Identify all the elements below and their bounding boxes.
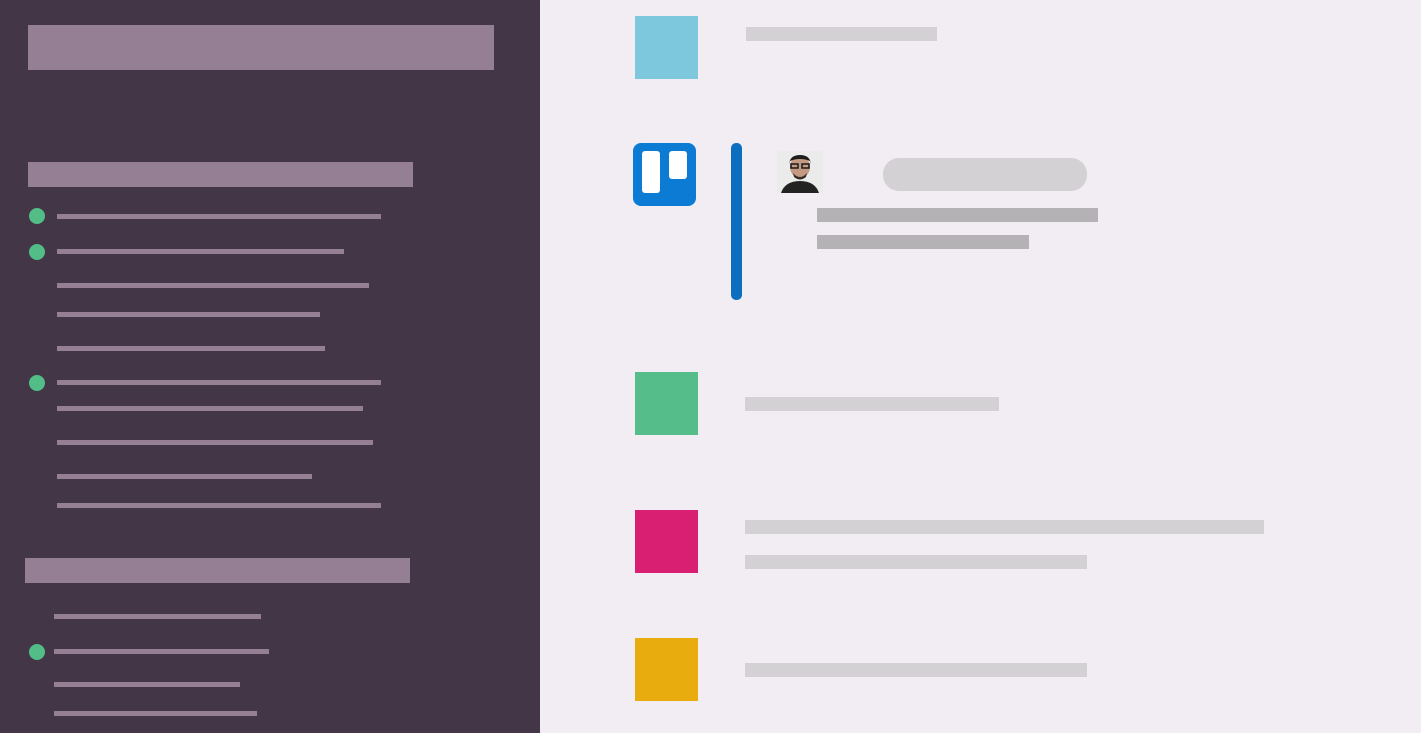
message-line	[745, 520, 1264, 534]
message	[635, 510, 1335, 576]
sidebar-item[interactable]	[54, 614, 261, 619]
sidebar	[0, 0, 540, 733]
sidebar-item[interactable]	[54, 711, 257, 716]
blue-square-icon	[635, 16, 698, 79]
message	[635, 16, 1335, 82]
trello-icon[interactable]	[633, 143, 696, 206]
sidebar-item[interactable]	[57, 474, 312, 479]
avatar[interactable]	[777, 151, 823, 193]
message	[635, 372, 1335, 438]
sidebar-item[interactable]	[54, 682, 240, 687]
section-heading-direct-messages[interactable]	[25, 558, 410, 583]
sidebar-item-label	[54, 649, 269, 654]
message-text	[745, 663, 1087, 677]
green-square-icon	[635, 372, 698, 435]
message	[635, 638, 1335, 704]
section-heading-channels[interactable]	[28, 162, 413, 187]
message-line	[745, 555, 1087, 569]
message-line	[817, 235, 1029, 249]
thread-indicator	[731, 143, 742, 300]
sidebar-item-label	[57, 380, 381, 385]
sidebar-item[interactable]	[28, 208, 388, 226]
workspace-name[interactable]	[28, 25, 494, 70]
sidebar-item[interactable]	[57, 406, 363, 411]
message-feed	[540, 0, 1421, 733]
sidebar-item[interactable]	[28, 375, 388, 393]
message	[632, 143, 1392, 303]
online-status-icon	[29, 208, 45, 224]
sidebar-item[interactable]	[28, 644, 288, 662]
pink-square-icon	[635, 510, 698, 573]
message-text	[746, 27, 937, 41]
online-status-icon	[29, 375, 45, 391]
sidebar-item-label	[57, 249, 344, 254]
message-text	[745, 397, 999, 411]
sidebar-item[interactable]	[57, 440, 373, 445]
yellow-square-icon	[635, 638, 698, 701]
online-status-icon	[29, 644, 45, 660]
sidebar-item[interactable]	[57, 503, 381, 508]
person-avatar-icon	[777, 151, 823, 193]
sidebar-item[interactable]	[28, 243, 388, 261]
online-status-icon	[29, 244, 45, 260]
sidebar-item[interactable]	[57, 312, 320, 317]
sidebar-item[interactable]	[57, 283, 369, 288]
sidebar-item-label	[57, 214, 381, 219]
sidebar-item[interactable]	[57, 346, 325, 351]
message-line	[817, 208, 1098, 222]
author-name[interactable]	[883, 158, 1087, 191]
